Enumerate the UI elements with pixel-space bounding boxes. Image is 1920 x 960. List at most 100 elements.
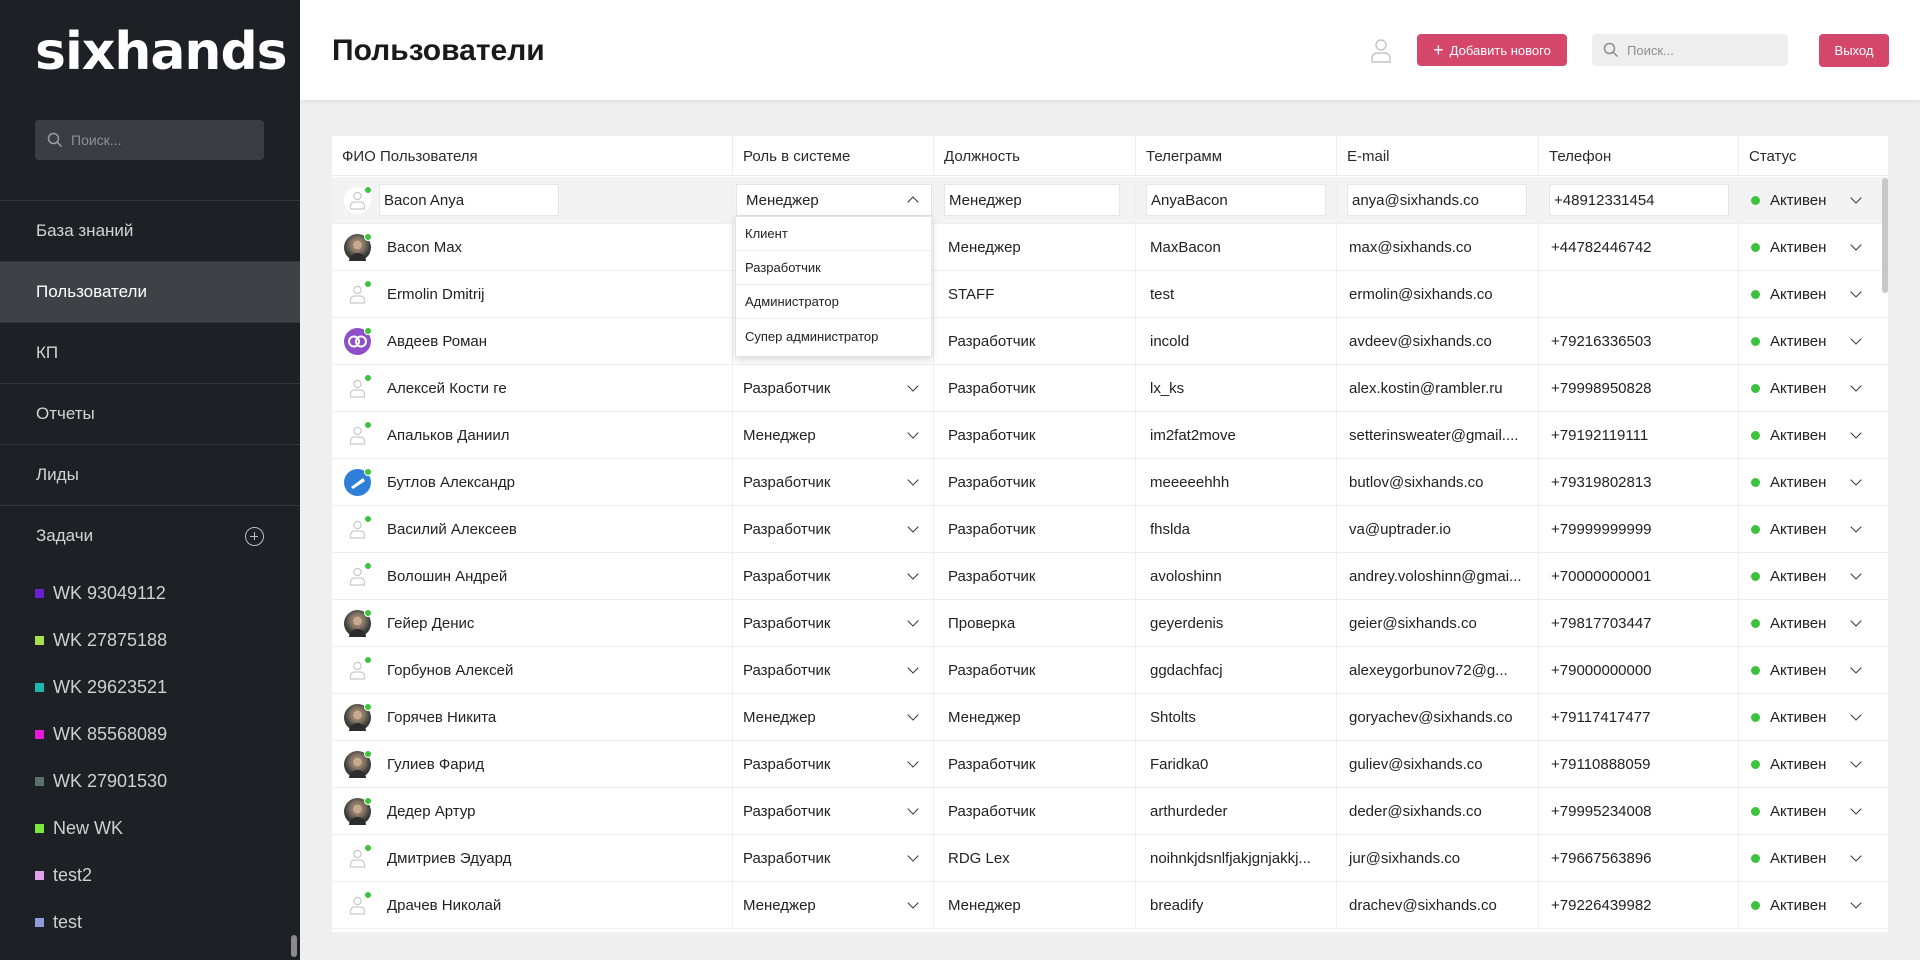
role-option[interactable]: Разработчик [736, 251, 931, 285]
chevron-down-icon[interactable] [907, 474, 919, 486]
telegram-input[interactable]: AnyaBacon [1146, 184, 1326, 216]
task-item[interactable]: WK 85568089 [0, 711, 300, 758]
chevron-down-icon[interactable] [907, 521, 919, 533]
name-cell[interactable]: Горбунов Алексей [332, 647, 733, 693]
status-select[interactable]: Активен [1739, 835, 1888, 881]
status-select[interactable]: Активен [1739, 882, 1888, 928]
table-row[interactable]: Апальков Даниил Менеджер Разработчик im2fat… [332, 412, 1888, 459]
role-select[interactable]: Менеджер [733, 412, 934, 458]
chevron-down-icon[interactable] [1850, 427, 1862, 439]
user-icon[interactable] [1370, 38, 1392, 64]
table-row[interactable]: Горячев Никита Менеджер Менеджер Shtolts gor… [332, 694, 1888, 741]
name-cell[interactable]: Bacon Max [332, 224, 733, 270]
chevron-down-icon[interactable] [907, 709, 919, 721]
chevron-down-icon[interactable] [1850, 709, 1862, 721]
role-select[interactable]: Менеджер [733, 882, 934, 928]
chevron-down-icon[interactable] [907, 803, 919, 815]
role-select[interactable]: Разработчик [733, 600, 934, 646]
chevron-down-icon[interactable] [1850, 897, 1862, 909]
phone-input[interactable]: +48912331454 [1549, 184, 1729, 216]
chevron-down-icon[interactable] [907, 380, 919, 392]
status-select[interactable]: Активен [1739, 553, 1888, 599]
chevron-down-icon[interactable] [1850, 850, 1862, 862]
chevron-down-icon[interactable] [1850, 192, 1862, 204]
sidebar-item-tasks[interactable]: Задачи [0, 505, 300, 566]
table-row[interactable]: Бутлов Александр Разработчик Разработчик me… [332, 459, 1888, 506]
status-select[interactable]: Активен [1739, 600, 1888, 646]
table-row[interactable]: Bacon Max Менеджер MaxBacon max@sixhands.co… [332, 224, 1888, 271]
role-select[interactable]: Разработчик [733, 365, 934, 411]
sidebar-item-knowledge-base[interactable]: База знаний [0, 200, 300, 261]
telegram-cell[interactable]: AnyaBacon [1136, 177, 1337, 223]
chevron-down-icon[interactable] [1850, 474, 1862, 486]
column-header-status[interactable]: Статус [1739, 136, 1888, 176]
status-select[interactable]: Активен [1739, 224, 1888, 270]
sidebar-item-leads[interactable]: Лиды [0, 444, 300, 505]
table-row[interactable]: Волошин Андрей Разработчик Разработчик avol… [332, 553, 1888, 600]
status-select[interactable]: Активен [1739, 741, 1888, 787]
chevron-down-icon[interactable] [907, 756, 919, 768]
position-cell[interactable]: Менеджер [934, 177, 1136, 223]
name-cell[interactable]: Дедер Артур [332, 788, 733, 834]
task-item[interactable]: test [0, 899, 300, 946]
name-cell[interactable]: Дмитриев Эдуард [332, 835, 733, 881]
task-item[interactable]: WK 29623521 [0, 664, 300, 711]
add-user-button[interactable]: + Добавить нового [1417, 34, 1567, 66]
role-select[interactable]: Разработчик [733, 741, 934, 787]
status-select[interactable]: Активен [1739, 177, 1888, 223]
column-header-telegram[interactable]: Телеграмм [1136, 136, 1337, 176]
table-row[interactable]: Горбунов Алексей Разработчик Разработчик gg… [332, 647, 1888, 694]
table-row[interactable]: Дедер Артур Разработчик Разработчик arthurd… [332, 788, 1888, 835]
email-input[interactable]: anya@sixhands.co [1347, 184, 1527, 216]
column-header-phone[interactable]: Телефон [1539, 136, 1739, 176]
column-header-name[interactable]: ФИО Пользователя [332, 136, 733, 176]
status-select[interactable]: Активен [1739, 647, 1888, 693]
name-cell[interactable]: Бутлов Александр [332, 459, 733, 505]
status-select[interactable]: Активен [1739, 506, 1888, 552]
search-input[interactable]: Поиск... [1592, 34, 1788, 66]
name-cell[interactable]: Апальков Даниил [332, 412, 733, 458]
chevron-down-icon[interactable] [1850, 380, 1862, 392]
chevron-down-icon[interactable] [1850, 756, 1862, 768]
sidebar-item-reports[interactable]: Отчеты [0, 383, 300, 444]
name-cell[interactable]: Драчев Николай [332, 882, 733, 928]
role-select[interactable]: Разработчик [733, 835, 934, 881]
chevron-down-icon[interactable] [907, 662, 919, 674]
column-header-role[interactable]: Роль в системе [733, 136, 934, 176]
task-item[interactable]: New WK [0, 805, 300, 852]
status-select[interactable]: Активен [1739, 318, 1888, 364]
table-row[interactable]: Василий Алексеев Разработчик Разработчик fh… [332, 506, 1888, 553]
chevron-down-icon[interactable] [907, 615, 919, 627]
sidebar-scrollbar[interactable] [291, 935, 297, 957]
chevron-down-icon[interactable] [1850, 239, 1862, 251]
chevron-down-icon[interactable] [907, 568, 919, 580]
chevron-down-icon[interactable] [907, 427, 919, 439]
role-select[interactable]: Разработчик [733, 506, 934, 552]
status-select[interactable]: Активен [1739, 788, 1888, 834]
task-item[interactable]: WK 27875188 [0, 617, 300, 664]
sidebar-item-kp[interactable]: КП [0, 322, 300, 383]
status-select[interactable]: Активен [1739, 459, 1888, 505]
name-input[interactable]: Bacon Anya [379, 184, 559, 216]
task-item[interactable]: WK 27901530 [0, 758, 300, 805]
name-cell[interactable]: Волошин Андрей [332, 553, 733, 599]
phone-cell[interactable]: +48912331454 [1539, 177, 1739, 223]
column-header-position[interactable]: Должность [934, 136, 1136, 176]
column-header-email[interactable]: E-mail [1337, 136, 1539, 176]
add-task-icon[interactable] [245, 527, 264, 546]
logo[interactable]: sixhands [35, 22, 288, 82]
name-cell[interactable]: Алексей Кости ге [332, 365, 733, 411]
table-row[interactable]: Гейер Денис Разработчик Проверка geyerdenis… [332, 600, 1888, 647]
chevron-down-icon[interactable] [907, 897, 919, 909]
name-cell[interactable]: Ermolin Dmitrij [332, 271, 733, 317]
role-option[interactable]: Клиент [736, 217, 931, 251]
role-select[interactable]: Разработчик [733, 647, 934, 693]
table-row[interactable]: Гулиев Фарид Разработчик Разработчик Faridk… [332, 741, 1888, 788]
chevron-down-icon[interactable] [1850, 662, 1862, 674]
role-option[interactable]: Администратор [736, 285, 931, 319]
task-item[interactable]: WK 93049112 [0, 570, 300, 617]
name-cell[interactable]: Гейер Денис [332, 600, 733, 646]
email-cell[interactable]: anya@sixhands.co [1337, 177, 1539, 223]
table-row[interactable]: Ermolin Dmitrij STAFF test ermolin@sixhands… [332, 271, 1888, 318]
table-row[interactable]: Авдеев Роман Разработчик incold avdeev@sixh… [332, 318, 1888, 365]
